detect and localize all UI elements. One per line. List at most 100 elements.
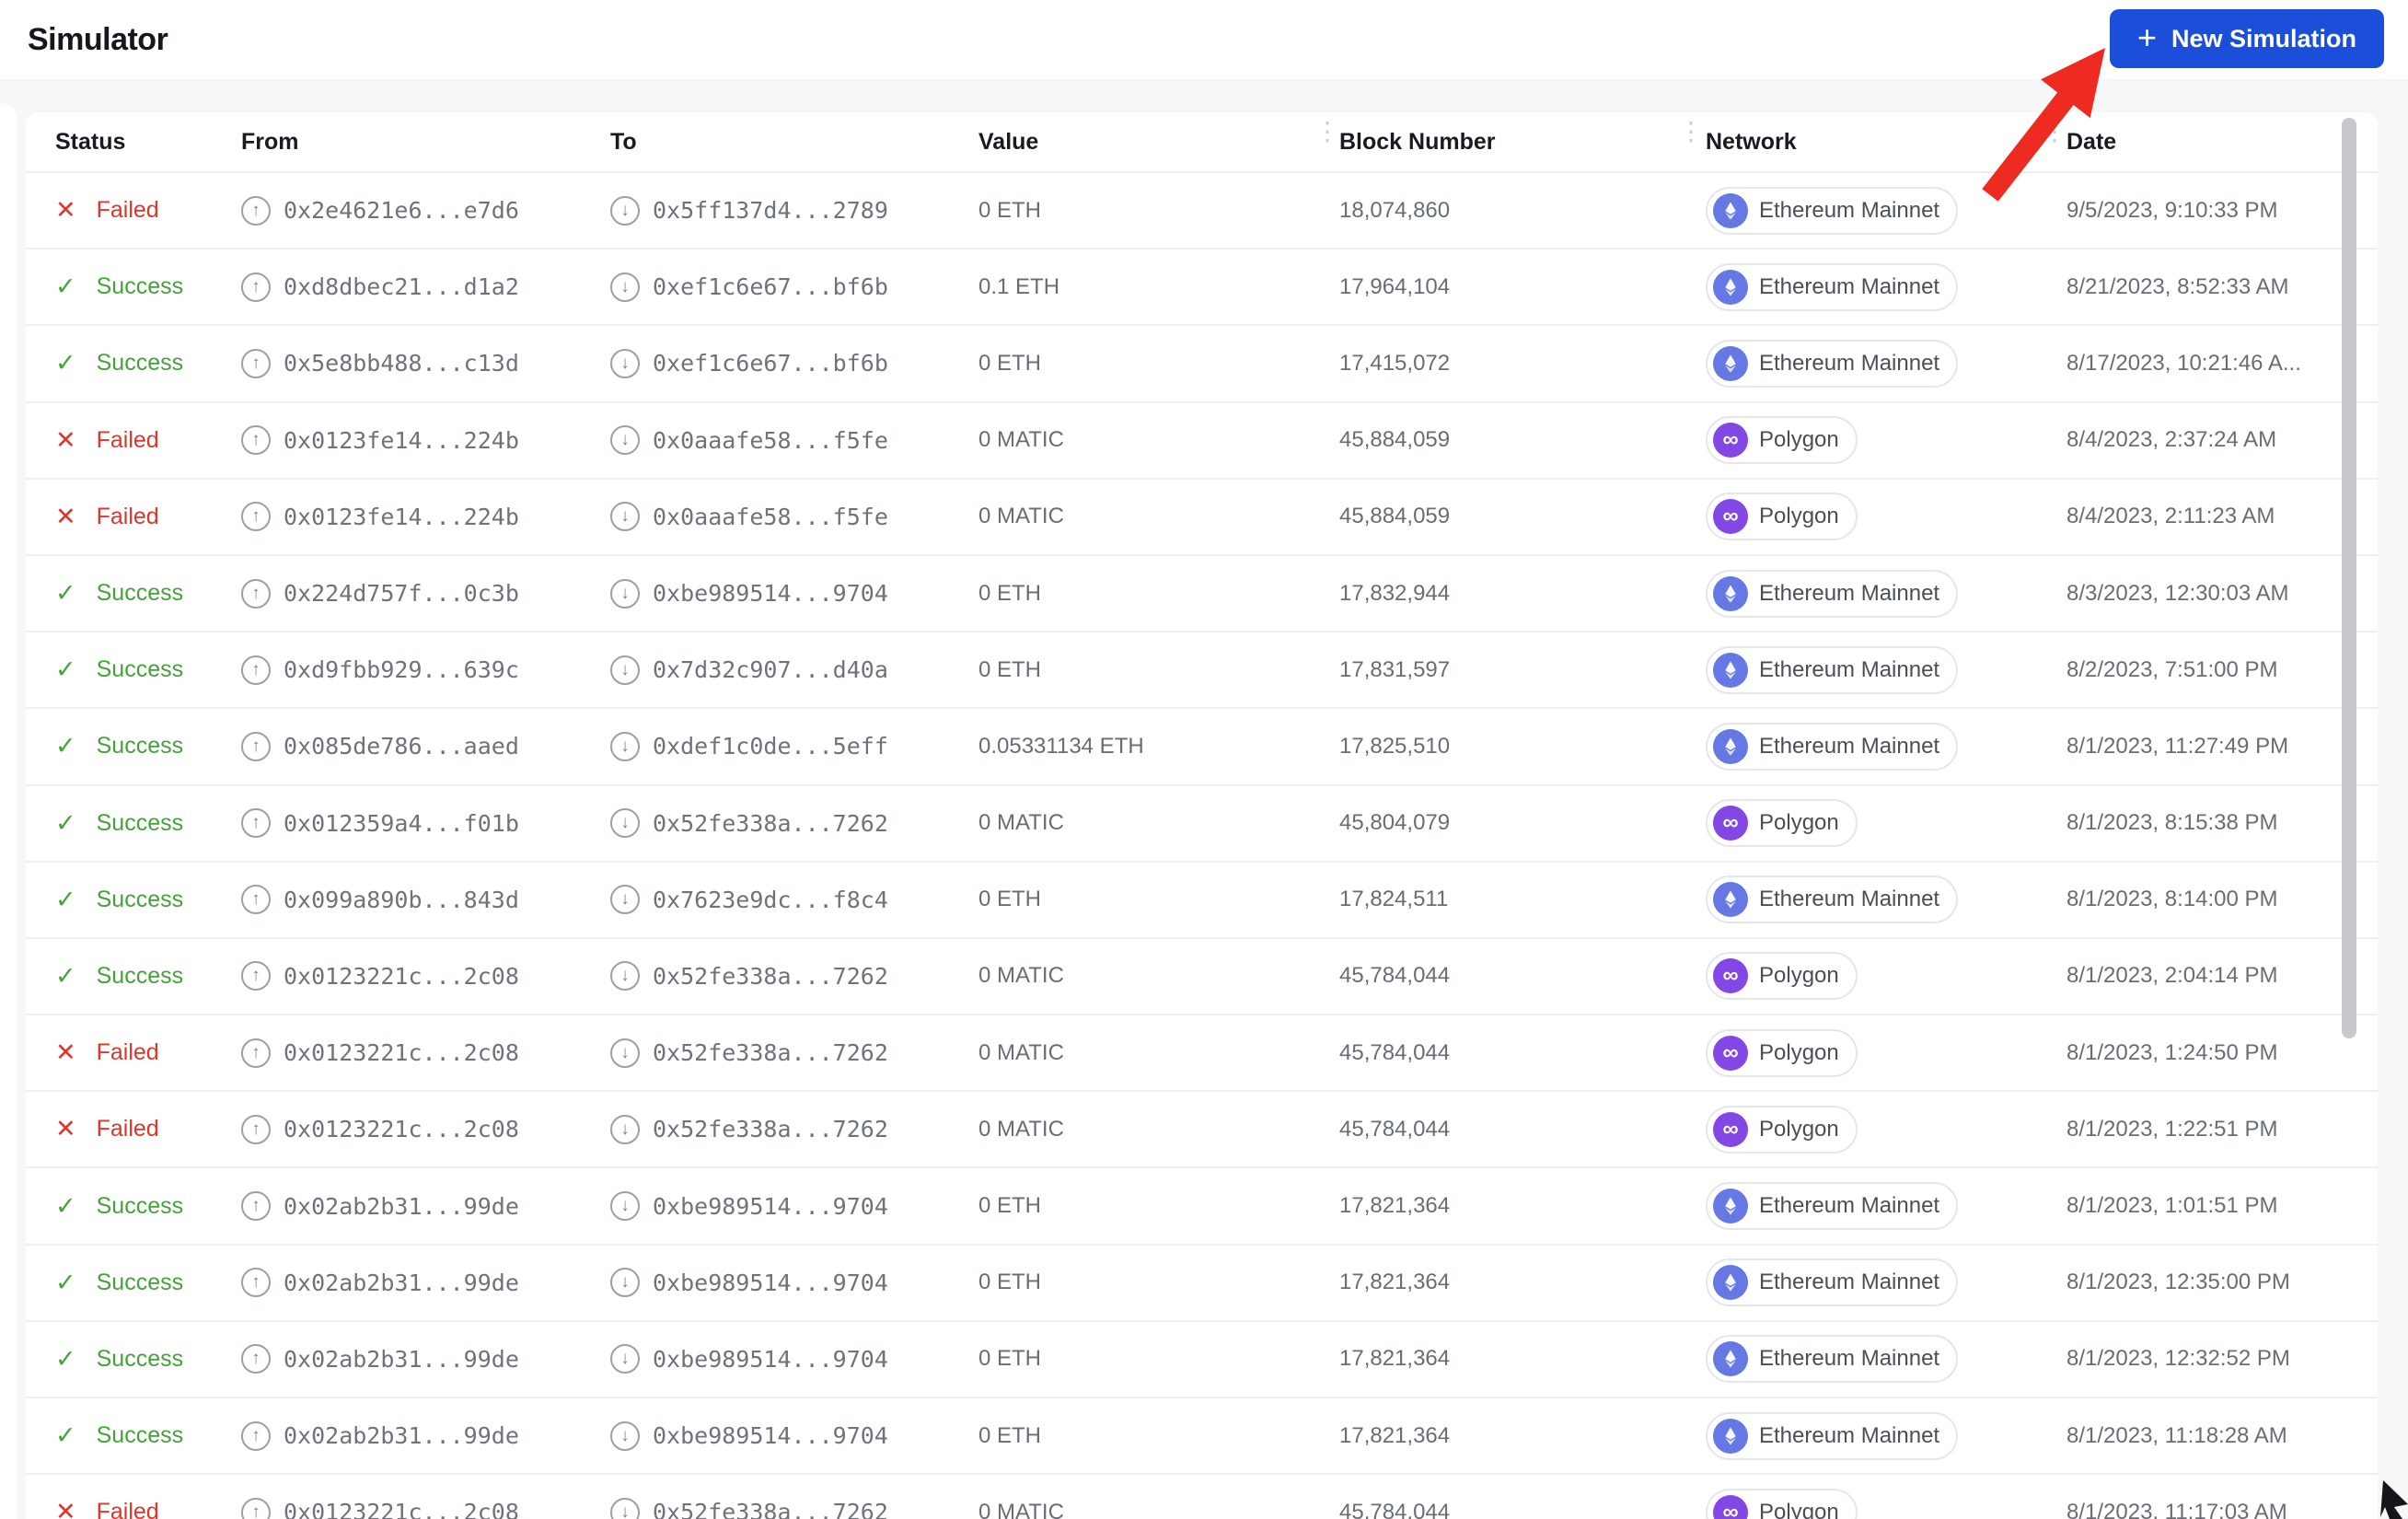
to-address: 0x52fe338a...7262 — [653, 962, 888, 990]
status-icon: ✓ — [55, 579, 76, 608]
network-cell: Ethereum Mainnet — [1706, 645, 2066, 694]
network-cell: Ethereum Mainnet — [1706, 339, 2066, 388]
table-row[interactable]: ✓ Success ↑ 0x0123221c...2c08 ↓ 0x52fe33… — [26, 939, 2378, 1016]
from-address: 0x0123fe14...224b — [284, 426, 519, 454]
status-cell: ✓ Success — [55, 1421, 241, 1450]
to-cell: ↓ 0x52fe338a...7262 — [610, 1497, 978, 1519]
table-row[interactable]: ✕ Failed ↑ 0x0123221c...2c08 ↓ 0x52fe338… — [26, 1092, 2378, 1169]
value-cell: 0 MATIC — [978, 1500, 1339, 1519]
network-label: Polygon — [1759, 963, 1839, 989]
column-header-status: Status — [55, 128, 126, 155]
table-row[interactable]: ✓ Success ↑ 0xd8dbec21...d1a2 ↓ 0xef1c6e… — [26, 249, 2378, 327]
table-row[interactable]: ✓ Success ↑ 0x012359a4...f01b ↓ 0x52fe33… — [26, 786, 2378, 863]
column-header-network: Network — [1706, 128, 1797, 155]
table-row[interactable]: ✓ Success ↑ 0x224d757f...0c3b ↓ 0xbe9895… — [26, 556, 2378, 633]
network-badge: Ethereum Mainnet — [1706, 1335, 1959, 1384]
from-address: 0x0123221c...2c08 — [284, 1499, 519, 1519]
from-arrow-up-icon: ↑ — [241, 808, 271, 839]
block-number-text: 45,784,044 — [1339, 1116, 1451, 1142]
network-badge: Ethereum Mainnet — [1706, 186, 1959, 235]
column-resize-handle-icon[interactable]: ⋮ — [2042, 119, 2067, 162]
block-number-cell: 17,831,597 — [1339, 657, 1706, 683]
table-row[interactable]: ✕ Failed ↑ 0x0123fe14...224b ↓ 0x0aaafe5… — [26, 403, 2378, 480]
network-icon — [1713, 345, 1748, 381]
network-label: Ethereum Mainnet — [1759, 197, 1940, 223]
network-cell: Ethereum Mainnet — [1706, 1258, 2066, 1307]
date-text: 9/5/2023, 9:10:33 PM — [2066, 197, 2278, 223]
from-arrow-up-icon: ↑ — [241, 1420, 271, 1451]
from-arrow-up-icon: ↑ — [241, 731, 271, 761]
block-number-text: 45,784,044 — [1339, 963, 1451, 989]
status-cell: ✕ Failed — [55, 1115, 241, 1143]
network-label: Ethereum Mainnet — [1759, 273, 1940, 299]
to-cell: ↓ 0x52fe338a...7262 — [610, 808, 978, 839]
network-badge: ∞ Polygon — [1706, 799, 1858, 848]
from-address: 0x5e8bb488...c13d — [284, 350, 519, 377]
table-row[interactable]: ✓ Success ↑ 0x099a890b...843d ↓ 0x7623e9… — [26, 863, 2378, 939]
table-row[interactable]: ✕ Failed ↑ 0x0123221c...2c08 ↓ 0x52fe338… — [26, 1015, 2378, 1093]
block-number-text: 17,821,364 — [1339, 1422, 1451, 1448]
date-cell: 8/1/2023, 1:01:51 PM — [2066, 1193, 2378, 1219]
network-cell: ∞ Polygon — [1706, 1488, 2066, 1519]
block-number-text: 45,884,059 — [1339, 427, 1451, 453]
to-cell: ↓ 0xbe989514...9704 — [610, 1344, 978, 1374]
date-cell: 8/1/2023, 8:15:38 PM — [2066, 810, 2378, 836]
network-cell: Ethereum Mainnet — [1706, 262, 2066, 311]
network-label: Ethereum Mainnet — [1759, 1422, 1940, 1448]
to-arrow-down-icon: ↓ — [610, 655, 640, 685]
status-label: Success — [96, 656, 184, 683]
table-row[interactable]: ✕ Failed ↑ 0x0123fe14...224b ↓ 0x0aaafe5… — [26, 480, 2378, 556]
value-cell: 0 ETH — [978, 1346, 1339, 1372]
to-arrow-down-icon: ↓ — [610, 195, 640, 226]
date-cell: 8/1/2023, 11:27:49 PM — [2066, 734, 2378, 760]
network-badge: ∞ Polygon — [1706, 952, 1858, 1001]
table-row[interactable]: ✓ Success ↑ 0x085de786...aaed ↓ 0xdef1c0… — [26, 709, 2378, 786]
date-cell: 8/1/2023, 2:04:14 PM — [2066, 963, 2378, 989]
block-number-cell: 45,784,044 — [1339, 1040, 1706, 1066]
table-row[interactable]: ✓ Success ↑ 0x5e8bb488...c13d ↓ 0xef1c6e… — [26, 326, 2378, 403]
network-icon: ∞ — [1713, 958, 1748, 994]
date-text: 8/17/2023, 10:21:46 A... — [2066, 350, 2301, 376]
column-header-block-number: Block Number — [1339, 128, 1496, 155]
block-number-cell: 45,884,059 — [1339, 427, 1706, 453]
status-cell: ✓ Success — [55, 809, 241, 838]
block-number-cell: 17,415,072 — [1339, 351, 1706, 377]
column-header-date: Date — [2066, 128, 2117, 155]
table-row[interactable]: ✓ Success ↑ 0x02ab2b31...99de ↓ 0xbe9895… — [26, 1168, 2378, 1246]
date-cell: 8/1/2023, 1:24:50 PM — [2066, 1040, 2378, 1066]
status-icon: ✕ — [55, 1498, 76, 1519]
network-icon — [1713, 269, 1748, 305]
date-text: 8/1/2023, 1:24:50 PM — [2066, 1039, 2278, 1065]
network-label: Polygon — [1759, 427, 1839, 453]
block-number-cell: 45,804,079 — [1339, 810, 1706, 836]
new-simulation-button[interactable]: + New Simulation — [2109, 9, 2384, 68]
date-text: 8/1/2023, 2:04:14 PM — [2066, 963, 2278, 989]
from-cell: ↑ 0x02ab2b31...99de — [241, 1344, 610, 1374]
date-cell: 9/5/2023, 9:10:33 PM — [2066, 198, 2378, 224]
to-cell: ↓ 0x52fe338a...7262 — [610, 961, 978, 991]
table-row[interactable]: ✕ Failed ↑ 0x2e4621e6...e7d6 ↓ 0x5ff137d… — [26, 173, 2378, 250]
table-body: ✕ Failed ↑ 0x2e4621e6...e7d6 ↓ 0x5ff137d… — [26, 173, 2378, 1519]
network-badge: Ethereum Mainnet — [1706, 262, 1959, 311]
network-label: Ethereum Mainnet — [1759, 1346, 1940, 1372]
table-row[interactable]: ✓ Success ↑ 0x02ab2b31...99de ↓ 0xbe9895… — [26, 1322, 2378, 1398]
column-resize-handle-icon[interactable]: ⋮ — [1314, 119, 1340, 162]
value-cell: 0 MATIC — [978, 963, 1339, 989]
table-row[interactable]: ✓ Success ↑ 0xd9fbb929...639c ↓ 0x7d32c9… — [26, 632, 2378, 710]
status-label: Success — [96, 1422, 184, 1449]
network-label: Ethereum Mainnet — [1759, 350, 1940, 376]
column-resize-handle-icon[interactable]: ⋮ — [1678, 119, 1704, 162]
table-row[interactable]: ✕ Failed ↑ 0x0123221c...2c08 ↓ 0x52fe338… — [26, 1475, 2378, 1519]
network-cell: Ethereum Mainnet — [1706, 1411, 2066, 1460]
network-label: Polygon — [1759, 1116, 1839, 1142]
to-cell: ↓ 0xbe989514...9704 — [610, 1191, 978, 1222]
status-icon: ✓ — [55, 272, 76, 301]
scrollbar-thumb[interactable] — [2342, 118, 2356, 1038]
table-row[interactable]: ✓ Success ↑ 0x02ab2b31...99de ↓ 0xbe9895… — [26, 1398, 2378, 1476]
to-cell: ↓ 0x0aaafe58...f5fe — [610, 425, 978, 456]
network-badge: Ethereum Mainnet — [1706, 1258, 1959, 1307]
to-cell: ↓ 0x52fe338a...7262 — [610, 1038, 978, 1068]
table-row[interactable]: ✓ Success ↑ 0x02ab2b31...99de ↓ 0xbe9895… — [26, 1246, 2378, 1322]
status-icon: ✕ — [55, 196, 76, 225]
from-arrow-up-icon: ↑ — [241, 1344, 271, 1374]
